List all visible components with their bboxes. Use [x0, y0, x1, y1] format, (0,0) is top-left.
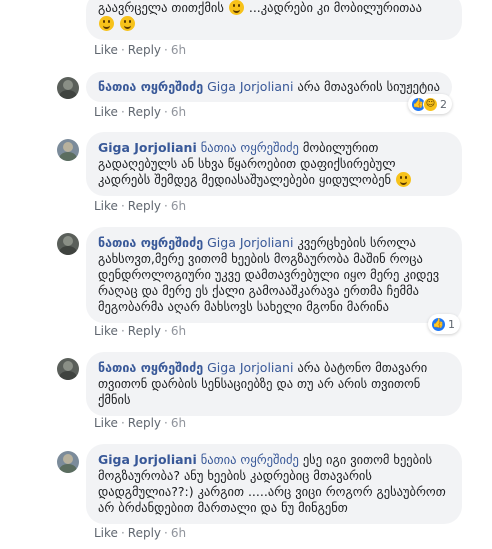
- comment-actions: Like · Reply · 6h: [94, 43, 186, 57]
- haha-reaction-icon: ☺: [423, 96, 438, 112]
- avatar[interactable]: [57, 77, 79, 99]
- comment-actions: Like · Reply · 6h: [94, 526, 186, 540]
- separator-dot: ·: [164, 105, 168, 119]
- like-link[interactable]: Like: [94, 199, 118, 213]
- smiley-emoji-icon: [119, 16, 135, 31]
- comment-author[interactable]: Giga Jorjoliani: [98, 452, 197, 467]
- comment-text: გაავრცელა თითქმის: [98, 0, 224, 15]
- comment-actions: Like · Reply · 6h: [94, 105, 186, 119]
- avatar[interactable]: [57, 358, 79, 380]
- comment-mention[interactable]: ნათია ოყრეშიძე: [201, 452, 299, 467]
- reply-link[interactable]: Reply: [128, 105, 161, 119]
- timestamp[interactable]: 6h: [171, 416, 186, 430]
- comment-bubble: გაავრცელა თითქმის ...კადრები კი მობილური…: [86, 0, 462, 40]
- avatar[interactable]: [57, 451, 79, 473]
- separator-dot: ·: [164, 324, 168, 338]
- comment-bubble: ნათია ოყრეშიძე Giga Jorjoliani არა ბატონ…: [86, 352, 462, 416]
- separator-dot: ·: [120, 105, 125, 119]
- reaction-count: 2: [440, 97, 447, 111]
- comment-mention[interactable]: Giga Jorjoliani: [207, 235, 293, 250]
- reply-link[interactable]: Reply: [128, 526, 161, 540]
- reply-link[interactable]: Reply: [128, 416, 161, 430]
- avatar[interactable]: [57, 233, 79, 255]
- comment-text: არა მთავარის სიუჟეტია: [297, 79, 440, 94]
- comment-bubble: Giga Jorjoliani ნათია ოყრეშიძე ესე იგი ვ…: [86, 444, 462, 524]
- comment-author[interactable]: ნათია ოყრეშიძე: [98, 79, 203, 94]
- comment-author[interactable]: Giga Jorjoliani: [98, 140, 197, 155]
- comment-bubble: ნათია ოყრეშიძე Giga Jorjoliani კვერცხები…: [86, 227, 462, 323]
- comment-bubble: Giga Jorjoliani ნათია ოყრეშიძე მობილურით…: [86, 132, 462, 196]
- separator-dot: ·: [164, 416, 168, 430]
- reaction-count: 1: [448, 317, 455, 331]
- reply-link[interactable]: Reply: [128, 43, 161, 57]
- comment-actions: Like · Reply · 6h: [94, 324, 186, 338]
- separator-dot: ·: [120, 416, 125, 430]
- comment-text-continued: ...კადრები კი მობილურითაა: [248, 0, 423, 15]
- timestamp[interactable]: 6h: [171, 324, 186, 338]
- comment-mention[interactable]: Giga Jorjoliani: [207, 360, 293, 375]
- comment-bubble: ნათია ოყრეშიძე Giga Jorjoliani არა მთავა…: [86, 72, 452, 102]
- comment-author[interactable]: ნათია ოყრეშიძე: [98, 360, 203, 375]
- separator-dot: ·: [120, 324, 125, 338]
- like-reaction-icon: 👍: [431, 316, 446, 332]
- like-link[interactable]: Like: [94, 416, 118, 430]
- comment-actions: Like · Reply · 6h: [94, 199, 186, 213]
- reactions-summary[interactable]: 👍 1: [428, 314, 460, 334]
- timestamp[interactable]: 6h: [171, 199, 186, 213]
- reply-link[interactable]: Reply: [128, 199, 161, 213]
- separator-dot: ·: [120, 526, 125, 540]
- smiley-emoji-icon: [99, 16, 114, 31]
- separator-dot: ·: [120, 43, 125, 57]
- like-link[interactable]: Like: [94, 105, 118, 119]
- smiley-emoji-icon: [228, 0, 244, 15]
- comment-mention[interactable]: ნათია ოყრეშიძე: [201, 140, 299, 155]
- comment-author[interactable]: ნათია ოყრეშიძე: [98, 235, 203, 250]
- comment-mention[interactable]: Giga Jorjoliani: [207, 79, 293, 94]
- separator-dot: ·: [120, 199, 125, 213]
- reply-link[interactable]: Reply: [128, 324, 161, 338]
- separator-dot: ·: [164, 43, 168, 57]
- timestamp[interactable]: 6h: [171, 526, 186, 540]
- like-link[interactable]: Like: [94, 43, 118, 57]
- separator-dot: ·: [164, 526, 168, 540]
- comment-actions: Like · Reply · 6h: [94, 416, 186, 430]
- timestamp[interactable]: 6h: [171, 105, 186, 119]
- like-link[interactable]: Like: [94, 526, 118, 540]
- smiley-emoji-icon: [396, 172, 412, 187]
- avatar[interactable]: [57, 139, 79, 161]
- reactions-summary[interactable]: 👍 ☺ 2: [408, 94, 452, 114]
- timestamp[interactable]: 6h: [171, 43, 186, 57]
- separator-dot: ·: [164, 199, 168, 213]
- like-link[interactable]: Like: [94, 324, 118, 338]
